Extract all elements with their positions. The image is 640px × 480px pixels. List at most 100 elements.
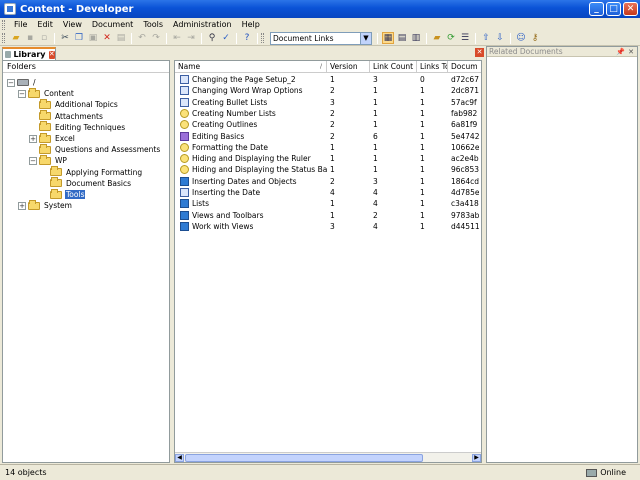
tree-node[interactable]: − / xyxy=(7,77,37,88)
pin-icon[interactable]: 📌 xyxy=(616,48,625,56)
document-name: Work with Views xyxy=(192,221,254,231)
horizontal-scrollbar[interactable]: ◀ ▶ xyxy=(175,452,481,462)
table-row[interactable]: Views and Toolbars 1 2 1 9783ab xyxy=(175,210,479,221)
close-icon[interactable]: ✕ xyxy=(48,50,55,59)
indent-right-icon[interactable]: ⇥ xyxy=(185,32,197,44)
title-bar: Content - Developer _ □ ✕ xyxy=(0,0,640,18)
table-row[interactable]: Hiding and Displaying the Ruler 1 1 1 ac2e4b xyxy=(175,153,479,164)
close-icon[interactable]: ✕ xyxy=(628,48,634,56)
tree-node[interactable]: Attachments xyxy=(29,110,104,122)
scrollbar-thumb[interactable] xyxy=(185,454,423,462)
cut-icon[interactable]: ✂ xyxy=(59,32,71,44)
table-row[interactable]: Inserting Dates and Objects 2 3 1 1864cd xyxy=(175,176,479,187)
toolbar-grip[interactable] xyxy=(261,33,264,43)
tree-node[interactable]: Questions and Assessments xyxy=(29,143,161,155)
help-icon[interactable]: ? xyxy=(241,32,253,44)
close-button[interactable]: ✕ xyxy=(623,2,638,16)
layout-single-icon[interactable]: ▦ xyxy=(382,32,394,44)
tree-node[interactable]: − WP xyxy=(29,154,68,166)
properties-icon[interactable]: ▤ xyxy=(115,32,127,44)
folder-icon xyxy=(39,121,51,132)
menu-edit[interactable]: Edit xyxy=(32,20,58,29)
layout-horizontal-icon[interactable]: ▤ xyxy=(396,32,408,44)
scroll-right-icon[interactable]: ▶ xyxy=(472,454,481,462)
user-icon[interactable]: ☺ xyxy=(515,32,527,44)
connection-status: Online xyxy=(586,468,626,477)
table-row[interactable]: Changing the Page Setup_2 1 3 0 d72c67 xyxy=(175,74,479,85)
cell-version: 1 xyxy=(330,165,335,175)
cell-doc: d72c67 xyxy=(451,75,479,84)
publish-icon[interactable]: ▰ xyxy=(431,32,443,44)
table-row[interactable]: Hiding and Displaying the Status Bar 1 1 1 9… xyxy=(175,164,479,175)
open-folder-icon[interactable]: ▰ xyxy=(10,32,22,44)
menu-help[interactable]: Help xyxy=(237,20,265,29)
table-row[interactable]: Formatting the Date 1 1 1 10662e xyxy=(175,142,479,153)
check-out-icon[interactable]: ⇩ xyxy=(494,32,506,44)
tree-node[interactable]: Editing Techniques xyxy=(29,121,126,133)
tree-node[interactable]: Additional Topics xyxy=(29,98,119,110)
scroll-left-icon[interactable]: ◀ xyxy=(175,454,184,462)
maximize-button[interactable]: □ xyxy=(606,2,621,16)
menu-view[interactable]: View xyxy=(58,20,87,29)
delete-icon[interactable]: ✕ xyxy=(101,32,113,44)
cell-name: Editing Basics xyxy=(175,131,327,142)
tab-library[interactable]: Library ✕ xyxy=(2,47,56,60)
key-icon[interactable]: ⚷ xyxy=(529,32,541,44)
menu-grip[interactable] xyxy=(2,19,5,30)
table-row[interactable]: Work with Views 3 4 1 d44511 xyxy=(175,221,480,232)
menu-administration[interactable]: Administration xyxy=(168,20,237,29)
copy-icon[interactable]: ❐ xyxy=(73,32,85,44)
column-header-version[interactable]: Version xyxy=(327,61,370,73)
close-icon[interactable]: ✕ xyxy=(475,48,484,57)
expand-icon[interactable]: + xyxy=(29,134,37,143)
column-header-links-to[interactable]: Links To xyxy=(417,61,448,73)
menu-tools[interactable]: Tools xyxy=(138,20,168,29)
column-header-link-count[interactable]: Link Count xyxy=(370,61,417,73)
undo-icon[interactable]: ↶ xyxy=(136,32,148,44)
tree-node[interactable]: Applying Formatting xyxy=(40,166,143,178)
details-icon[interactable]: ☰ xyxy=(459,32,471,44)
view-select[interactable]: Document Links ▼ xyxy=(270,31,372,45)
folder-icon xyxy=(39,98,51,109)
tree-node[interactable]: − Content xyxy=(18,87,75,99)
table-row[interactable]: Changing Word Wrap Options 2 1 1 2dc871 xyxy=(175,85,479,96)
cell-version: 1 xyxy=(330,199,335,209)
layout-vertical-icon[interactable]: ▥ xyxy=(410,32,422,44)
tree-node[interactable]: + Excel xyxy=(29,132,76,144)
toolbar-grip[interactable] xyxy=(2,33,5,43)
table-row[interactable]: Creating Bullet Lists 3 1 1 57ac9f xyxy=(175,97,477,108)
table-row[interactable]: Creating Outlines 2 1 1 6a81f9 xyxy=(175,119,477,130)
table-row[interactable]: Creating Number Lists 2 1 1 fab982 xyxy=(175,108,477,119)
paste-icon[interactable]: ▣ xyxy=(87,32,99,44)
collapse-icon[interactable]: − xyxy=(18,89,26,98)
spell-check-icon[interactable]: ✓ xyxy=(220,32,232,44)
tree-node[interactable]: Document Basics xyxy=(40,177,132,189)
new-document-icon[interactable]: ▫ xyxy=(38,32,50,44)
redo-icon[interactable]: ↷ xyxy=(150,32,162,44)
collapse-icon[interactable]: − xyxy=(7,78,15,87)
table-row[interactable]: Editing Basics 2 6 1 5e4742 xyxy=(175,131,479,142)
minimize-button[interactable]: _ xyxy=(589,2,604,16)
toolbar-separator xyxy=(426,32,427,44)
refresh-icon[interactable]: ⟳ xyxy=(445,32,457,44)
cell-doc: 9783ab xyxy=(451,210,480,220)
collapse-icon[interactable]: − xyxy=(29,156,37,165)
tree-node[interactable]: + System xyxy=(18,199,73,211)
cell-link-count: 3 xyxy=(373,176,378,186)
folders-header: Folders xyxy=(3,61,169,73)
tree-node[interactable]: Tools xyxy=(40,188,86,200)
column-header-document[interactable]: Docum xyxy=(448,61,481,73)
menu-file[interactable]: File xyxy=(9,20,32,29)
save-icon[interactable]: ▪ xyxy=(24,32,36,44)
column-header-name[interactable]: Name xyxy=(175,61,327,73)
table-row[interactable]: Lists 1 4 1 c3a418 xyxy=(175,198,479,209)
chevron-down-icon[interactable]: ▼ xyxy=(360,32,371,44)
expand-icon[interactable]: + xyxy=(18,201,26,210)
folder-icon xyxy=(50,166,62,177)
indent-left-icon[interactable]: ⇤ xyxy=(171,32,183,44)
cell-name: Creating Number Lists xyxy=(175,108,327,119)
menu-document[interactable]: Document xyxy=(87,20,138,29)
check-in-icon[interactable]: ⇧ xyxy=(480,32,492,44)
find-icon[interactable]: ⚲ xyxy=(206,32,218,44)
table-row[interactable]: Inserting the Date 4 4 1 4d785e xyxy=(175,187,479,198)
